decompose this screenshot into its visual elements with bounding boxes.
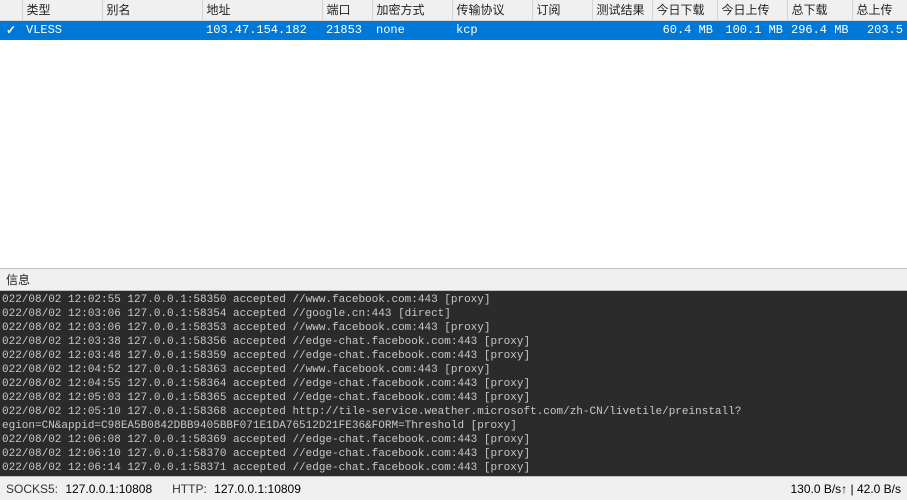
col-total-up[interactable]: 总上传	[852, 0, 907, 20]
server-table[interactable]: 类型 别名 地址 端口 加密方式 传输协议 订阅 测试结果 今日下载 今日上传 …	[0, 0, 907, 268]
app-root: 类型 别名 地址 端口 加密方式 传输协议 订阅 测试结果 今日下载 今日上传 …	[0, 0, 907, 500]
cell-total-up: 203.5	[852, 20, 907, 40]
status-http: HTTP: 127.0.0.1:10809	[172, 482, 301, 496]
status-socks-value: 127.0.0.1:10808	[65, 482, 152, 496]
cell-type: VLESS	[22, 20, 102, 40]
col-today-up[interactable]: 今日上传	[717, 0, 787, 20]
col-total-down[interactable]: 总下载	[787, 0, 852, 20]
table-header-row: 类型 别名 地址 端口 加密方式 传输协议 订阅 测试结果 今日下载 今日上传 …	[0, 0, 907, 20]
col-today-down[interactable]: 今日下载	[652, 0, 717, 20]
log-output[interactable]: 022/08/02 12:02:55 127.0.0.1:58350 accep…	[0, 291, 907, 476]
col-transport[interactable]: 传输协议	[452, 0, 532, 20]
col-type[interactable]: 类型	[22, 0, 102, 20]
cell-test-result	[592, 20, 652, 40]
col-subscription[interactable]: 订阅	[532, 0, 592, 20]
server-table-area: 类型 别名 地址 端口 加密方式 传输协议 订阅 测试结果 今日下载 今日上传 …	[0, 0, 907, 268]
cell-total-down: 296.4 MB	[787, 20, 852, 40]
cell-today-up: 100.1 MB	[717, 20, 787, 40]
col-address[interactable]: 地址	[202, 0, 322, 20]
col-alias[interactable]: 别名	[102, 0, 202, 20]
col-port[interactable]: 端口	[322, 0, 372, 20]
col-active[interactable]	[0, 0, 22, 20]
status-speed: 130.0 B/s↑ | 42.0 B/s	[790, 482, 901, 496]
cell-encryption: none	[372, 20, 452, 40]
cell-subscription	[532, 20, 592, 40]
info-panel-header: 信息	[0, 268, 907, 291]
cell-port: 21853	[322, 20, 372, 40]
cell-address: 103.47.154.182	[202, 20, 322, 40]
status-socks: SOCKS5: 127.0.0.1:10808	[6, 482, 152, 496]
server-row[interactable]: ✓ VLESS 103.47.154.182 21853 none kcp 60…	[0, 20, 907, 40]
cell-active[interactable]: ✓	[0, 20, 22, 40]
status-socks-label: SOCKS5:	[6, 482, 58, 496]
cell-today-down: 60.4 MB	[652, 20, 717, 40]
check-icon: ✓	[6, 23, 16, 37]
col-test-result[interactable]: 测试结果	[592, 0, 652, 20]
status-bar: SOCKS5: 127.0.0.1:10808 HTTP: 127.0.0.1:…	[0, 476, 907, 500]
cell-transport: kcp	[452, 20, 532, 40]
col-encryption[interactable]: 加密方式	[372, 0, 452, 20]
status-http-label: HTTP:	[172, 482, 207, 496]
table-empty-area	[0, 40, 907, 268]
cell-alias	[102, 20, 202, 40]
status-http-value: 127.0.0.1:10809	[214, 482, 301, 496]
